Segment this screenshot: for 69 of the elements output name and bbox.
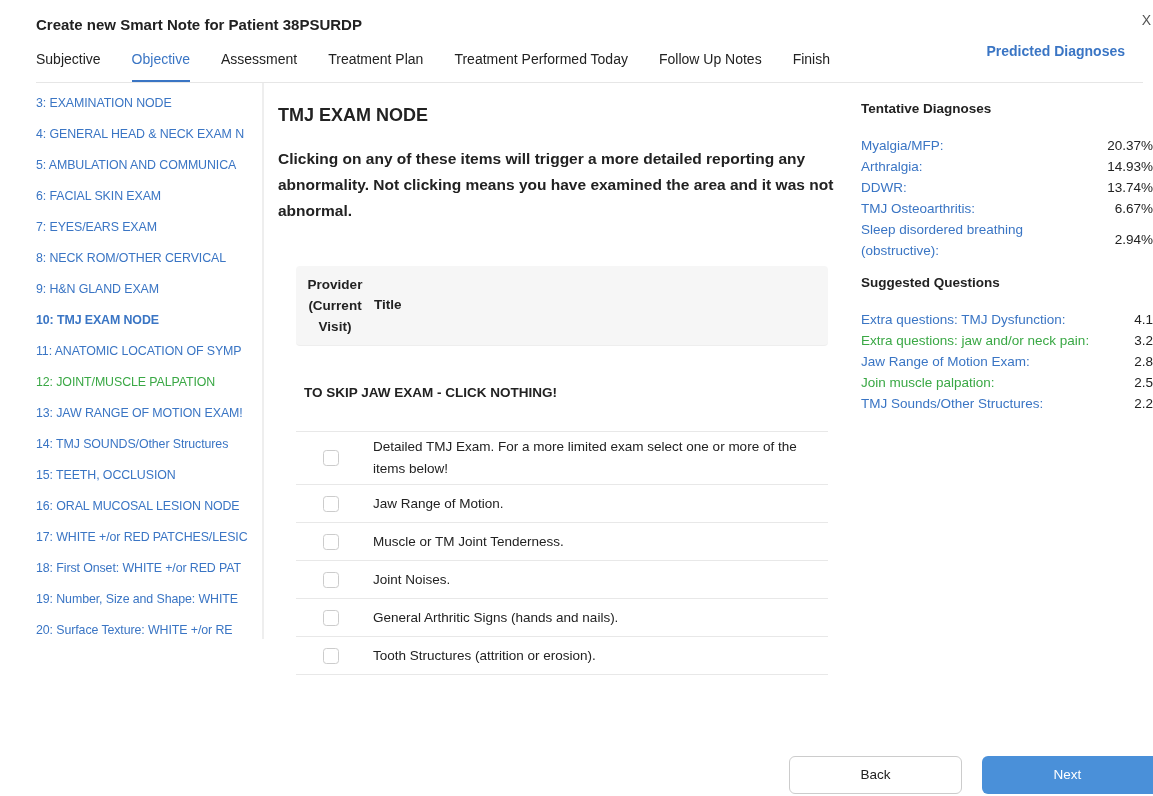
score-text: 2.5 — [1134, 374, 1153, 392]
score-text: 4.1 — [1134, 311, 1153, 329]
table-cell-text: Tooth Structures (attrition or erosion). — [373, 646, 597, 665]
sidebar-item[interactable]: 13: JAW RANGE OF MOTION EXAM! — [36, 400, 262, 432]
sidebar-item[interactable]: 4: GENERAL HEAD & NECK EXAM N — [36, 121, 262, 153]
question-link[interactable]: TMJ Sounds/Other Structures: — [861, 393, 1044, 414]
sidebar-item[interactable]: 17: WHITE +/or RED PATCHES/LESIC — [36, 524, 262, 556]
next-button[interactable]: Next — [982, 756, 1153, 794]
diagnosis-link[interactable]: DDWR: — [861, 176, 907, 198]
sidebar-item[interactable]: 5: AMBULATION AND COMMUNICA — [36, 152, 262, 184]
question-link[interactable]: Extra questions: TMJ Dysfunction: — [861, 309, 1066, 330]
sidebar-item[interactable]: 8: NECK ROM/OTHER CERVICAL — [36, 245, 262, 277]
diagnosis-link[interactable]: Arthralgia: — [861, 155, 923, 177]
close-button[interactable]: X — [1139, 10, 1153, 31]
column-header: Provider (Current Visit) — [306, 276, 364, 337]
sidebar-item[interactable]: 11: ANATOMIC LOCATION OF SYMP — [36, 338, 262, 370]
tab[interactable]: Follow Up Notes — [658, 36, 762, 82]
section-heading: TO SKIP JAW EXAM - CLICK NOTHING! — [296, 346, 828, 433]
checkbox[interactable] — [323, 533, 339, 550]
table-cell-text: Joint Noises. — [373, 570, 452, 589]
sidebar-item[interactable]: 6: FACIAL SKIN EXAM — [36, 183, 262, 215]
sidebar-item[interactable]: 10: TMJ EXAM NODE — [36, 307, 262, 339]
tab[interactable]: Treatment Performed Today — [454, 36, 628, 82]
score-text: 3.2 — [1134, 332, 1153, 350]
question-link[interactable]: Join muscle palpation: — [861, 372, 995, 393]
sidebar-item[interactable]: 15: TEETH, OCCLUSION — [36, 462, 262, 494]
table-cell-text: Detailed TMJ Exam. For a more limited exam select one or more of the items below! — [373, 438, 798, 479]
table-cell-text: Jaw Range of Motion. — [373, 494, 505, 513]
percentage-text: 6.67% — [1114, 199, 1153, 218]
sidebar-item[interactable]: 9: H&N GLAND EXAM — [36, 276, 262, 308]
column-header: Title — [373, 296, 402, 315]
checkbox[interactable] — [323, 609, 339, 626]
percentage-text: 14.93% — [1107, 157, 1153, 176]
sidebar-item[interactable]: 18: First Onset: WHITE +/or RED PAT — [36, 555, 262, 587]
sidebar-item[interactable]: 19: Number, Size and Shape: WHITE — [36, 586, 262, 618]
tab[interactable]: Objective — [131, 36, 190, 82]
sidebar-item[interactable]: 16: ORAL MUCOSAL LESION NODE — [36, 493, 262, 525]
sidebar-item[interactable]: 3: EXAMINATION NODE — [36, 90, 262, 122]
diagnosis-link[interactable]: TMJ Osteoarthritis: — [861, 197, 976, 219]
checkbox[interactable] — [323, 571, 339, 588]
tab[interactable]: Subjective — [36, 36, 101, 82]
question-link[interactable]: Jaw Range of Motion Exam: — [861, 351, 1030, 372]
tab[interactable]: Assessment — [220, 36, 298, 82]
checkbox[interactable] — [323, 495, 339, 512]
percentage-text: 20.37% — [1107, 136, 1153, 155]
table-cell-text: Muscle or TM Joint Tenderness. — [373, 532, 565, 551]
sidebar-item[interactable]: 20: Surface Texture: WHITE +/or RE — [36, 617, 262, 649]
percentage-text: 13.74% — [1107, 178, 1153, 197]
tab[interactable]: Treatment Plan — [328, 36, 424, 82]
sidebar-item[interactable]: 14: TMJ SOUNDS/Other Structures — [36, 431, 262, 463]
score-text: 2.2 — [1134, 395, 1153, 413]
score-text: 2.8 — [1134, 353, 1153, 371]
percentage-text: 2.94% — [1114, 231, 1153, 250]
instructions-text: Clicking on any of these items will trigger a more detailed reporting any abnormality. Not clicking means you have examined the area and it was not abnormal. — [278, 149, 835, 222]
table-cell-text: General Arthritic Signs (hands and nails). — [373, 608, 620, 627]
dialog-title: Create new Smart Note for Patient 38PSURDP — [36, 15, 363, 35]
diagnosis-link[interactable]: Myalgia/MFP: — [861, 134, 944, 156]
tab[interactable]: Finish — [792, 36, 830, 82]
node-title: TMJ EXAM NODE — [278, 104, 429, 127]
sidebar-item[interactable]: 7: EYES/EARS EXAM — [36, 214, 262, 246]
sidebar-item[interactable]: 12: JOINT/MUSCLE PALPATION — [36, 369, 262, 401]
section-heading: Tentative Diagnoses — [861, 99, 993, 118]
predicted-diagnoses-link[interactable]: Predicted Diagnoses — [986, 40, 1125, 82]
diagnosis-link[interactable]: Sleep disordered breathing (obstructive): — [861, 218, 1041, 261]
checkbox[interactable] — [323, 450, 339, 467]
checkbox[interactable] — [323, 647, 339, 664]
question-link[interactable]: Extra questions: jaw and/or neck pain: — [861, 330, 1090, 351]
back-button[interactable]: Back — [789, 756, 962, 794]
section-heading: Suggested Questions — [861, 273, 1001, 292]
